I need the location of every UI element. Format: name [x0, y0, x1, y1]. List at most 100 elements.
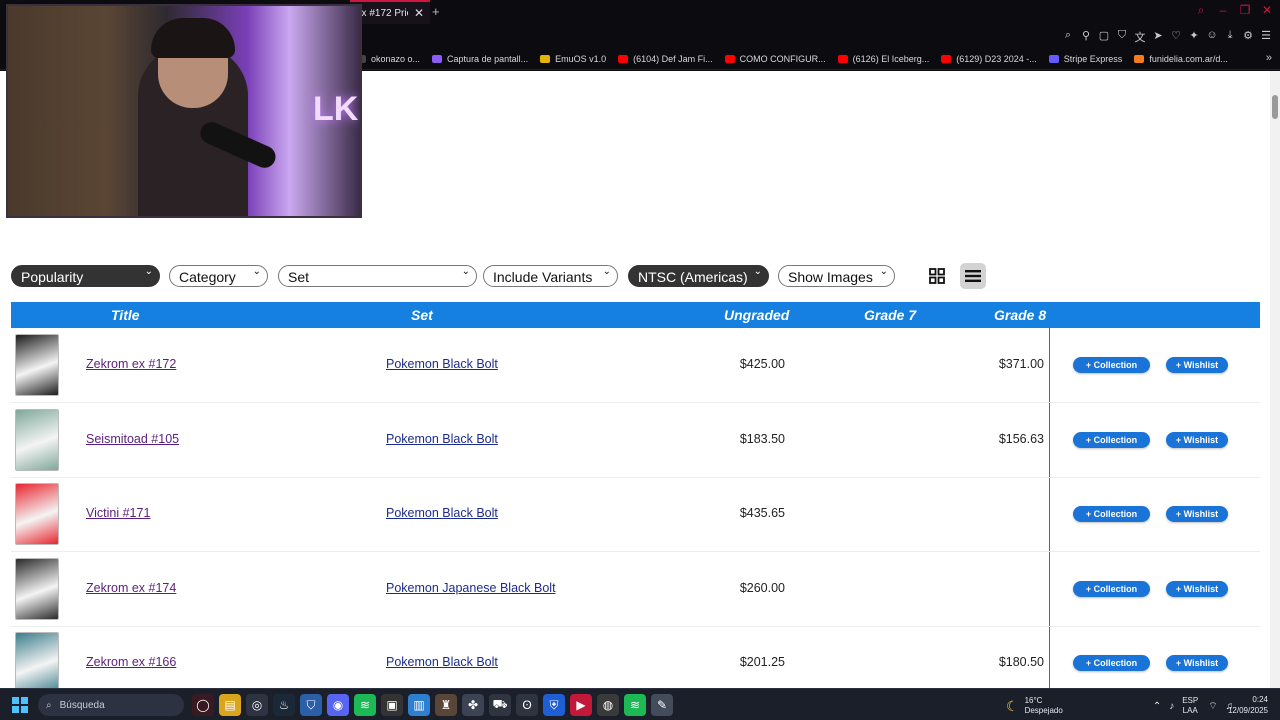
game-icon[interactable]: ♜	[435, 694, 457, 716]
card-title-link[interactable]: Zekrom ex #166	[86, 655, 176, 669]
card-set-link[interactable]: Pokemon Black Bolt	[386, 432, 498, 446]
weather-widget[interactable]: ☾ 16°C Despejado	[1006, 696, 1063, 716]
card-set-link[interactable]: Pokemon Black Bolt	[386, 357, 498, 371]
card-thumbnail[interactable]	[15, 557, 59, 620]
file-explorer-icon[interactable]: ▤	[219, 694, 241, 716]
set-select[interactable]: Set	[278, 265, 477, 287]
tab-close-icon[interactable]: ✕	[414, 6, 424, 20]
editor-icon[interactable]: ✎	[651, 694, 673, 716]
spotify-icon[interactable]: ≋	[354, 694, 376, 716]
streamer-hair	[151, 18, 235, 58]
network-icon[interactable]: ⌔	[1208, 700, 1217, 713]
download-icon[interactable]: ⤓	[1224, 29, 1236, 45]
notepad-icon[interactable]: ▥	[408, 694, 430, 716]
bookmark-item[interactable]: funidelia.com.ar/d...	[1134, 54, 1228, 64]
scroll-thumb[interactable]	[1272, 95, 1278, 119]
card-title-link[interactable]: Zekrom ex #174	[86, 581, 176, 595]
start-icon[interactable]	[12, 697, 28, 713]
discord-icon[interactable]: ◉	[327, 694, 349, 716]
shield-icon[interactable]: ⛉	[1116, 29, 1128, 45]
add-collection-button[interactable]: + Collection	[1073, 655, 1150, 672]
bookmarks-more-icon[interactable]: »	[1266, 52, 1272, 64]
card-thumbnail[interactable]	[15, 483, 59, 546]
chevron-up-icon[interactable]: ⌃	[1153, 701, 1161, 712]
card-title-link[interactable]: Victini #171	[86, 506, 150, 520]
header-title[interactable]: Title	[111, 307, 140, 323]
webcam-overlay: LK	[6, 4, 362, 218]
media-app-icon[interactable]: ▣	[381, 694, 403, 716]
extensions-icon[interactable]: ✦	[1188, 29, 1200, 45]
mic-icon[interactable]: ♪	[1169, 701, 1174, 712]
add-collection-button[interactable]: + Collection	[1073, 580, 1150, 597]
add-collection-button[interactable]: + Collection	[1073, 357, 1150, 373]
add-wishlist-button[interactable]: + Wishlist	[1166, 431, 1228, 448]
heart-icon[interactable]: ♡	[1170, 29, 1182, 45]
add-collection-button[interactable]: + Collection	[1073, 506, 1150, 523]
opera-gx-icon[interactable]: ◯	[192, 694, 214, 716]
snapshot-icon[interactable]: ▢	[1098, 29, 1110, 45]
bookmark-icon	[1048, 54, 1059, 63]
add-collection-button[interactable]: + Collection	[1073, 431, 1150, 448]
bookmark-item[interactable]: okonazo o...	[356, 54, 420, 64]
card-title-link[interactable]: Zekrom ex #172	[86, 357, 176, 371]
card-set-link[interactable]: Pokemon Japanese Black Bolt	[386, 581, 556, 595]
chrome-icon[interactable]: ◎	[246, 694, 268, 716]
header-set[interactable]: Set	[411, 307, 433, 323]
search-tabs-icon[interactable]: ⌕	[1194, 3, 1208, 18]
add-wishlist-button[interactable]: + Wishlist	[1166, 655, 1228, 672]
steam-icon[interactable]: ♨	[273, 694, 295, 716]
card-thumbnail[interactable]	[15, 334, 59, 396]
taskbar-search[interactable]: ⌕ Búsqueda	[38, 694, 184, 716]
add-wishlist-button[interactable]: + Wishlist	[1166, 506, 1228, 523]
github-icon[interactable]: ʘ	[516, 694, 538, 716]
page-scrollbar[interactable]	[1270, 71, 1280, 688]
account-icon[interactable]: ☺	[1206, 29, 1218, 45]
obs-icon[interactable]: ◍	[597, 694, 619, 716]
translate-icon[interactable]: 文	[1134, 29, 1146, 45]
spotify-2-icon[interactable]: ≋	[624, 694, 646, 716]
new-tab-icon[interactable]: +	[432, 4, 440, 19]
grid-view-icon[interactable]	[924, 263, 950, 289]
bookmark-item[interactable]: (6104) Def Jam Fi...	[618, 54, 713, 64]
variants-select[interactable]: Include Variants	[483, 265, 618, 287]
puzzle-icon[interactable]: ✤	[462, 694, 484, 716]
close-window-icon[interactable]: ✕	[1260, 3, 1274, 18]
video-app-icon[interactable]: ▶	[570, 694, 592, 716]
bookmark-item[interactable]: EmuOS v1.0	[540, 54, 606, 64]
card-set-link[interactable]: Pokemon Black Bolt	[386, 506, 498, 520]
region-select[interactable]: NTSC (Americas)	[628, 265, 769, 287]
language-indicator[interactable]: ESP LAA	[1182, 696, 1198, 716]
header-grade8[interactable]: Grade 8	[994, 307, 1046, 323]
settings-icon[interactable]: ⚙	[1242, 29, 1254, 45]
list-view-icon[interactable]	[960, 263, 986, 289]
bookmark-item[interactable]: COMO CONFIGUR...	[724, 54, 826, 64]
minimize-icon[interactable]: –	[1216, 3, 1230, 18]
pin-icon[interactable]: ⚲	[1080, 29, 1092, 45]
zoom-icon[interactable]: ⌕	[1062, 29, 1074, 45]
bookmark-item[interactable]: (6129) D23 2024 -...	[941, 54, 1037, 64]
category-select[interactable]: Category	[169, 265, 268, 287]
maximize-icon[interactable]: ❐	[1238, 3, 1252, 18]
car-icon[interactable]: ⛟	[489, 694, 511, 716]
card-thumbnail[interactable]	[15, 632, 59, 688]
send-icon[interactable]: ➤	[1152, 29, 1164, 45]
card-set-link[interactable]: Pokemon Black Bolt	[386, 655, 498, 669]
active-tab[interactable]: ex #172 Price ✕	[350, 0, 430, 24]
header-ungraded[interactable]: Ungraded	[724, 307, 789, 323]
bookmark-icon	[432, 54, 443, 63]
clock[interactable]: 0:24 12/09/2025	[1228, 694, 1268, 716]
add-wishlist-button[interactable]: + Wishlist	[1166, 580, 1228, 597]
add-wishlist-button[interactable]: + Wishlist	[1166, 357, 1228, 373]
card-title-link[interactable]: Seismitoad #105	[86, 432, 179, 446]
bookmark-item[interactable]: (6126) El Iceberg...	[837, 54, 929, 64]
bitwarden-icon[interactable]: ⛨	[543, 694, 565, 716]
bookmark-icon	[618, 54, 629, 63]
menu-icon[interactable]: ☰	[1260, 29, 1272, 45]
card-thumbnail[interactable]	[15, 408, 59, 471]
bookmark-item[interactable]: Captura de pantall...	[432, 54, 528, 64]
header-grade7[interactable]: Grade 7	[864, 307, 916, 323]
sort-select[interactable]: Popularity	[11, 265, 160, 287]
bookmark-item[interactable]: Stripe Express	[1048, 54, 1122, 64]
shield-app-icon[interactable]: ⛉	[300, 694, 322, 716]
images-select[interactable]: Show Images	[778, 265, 895, 287]
